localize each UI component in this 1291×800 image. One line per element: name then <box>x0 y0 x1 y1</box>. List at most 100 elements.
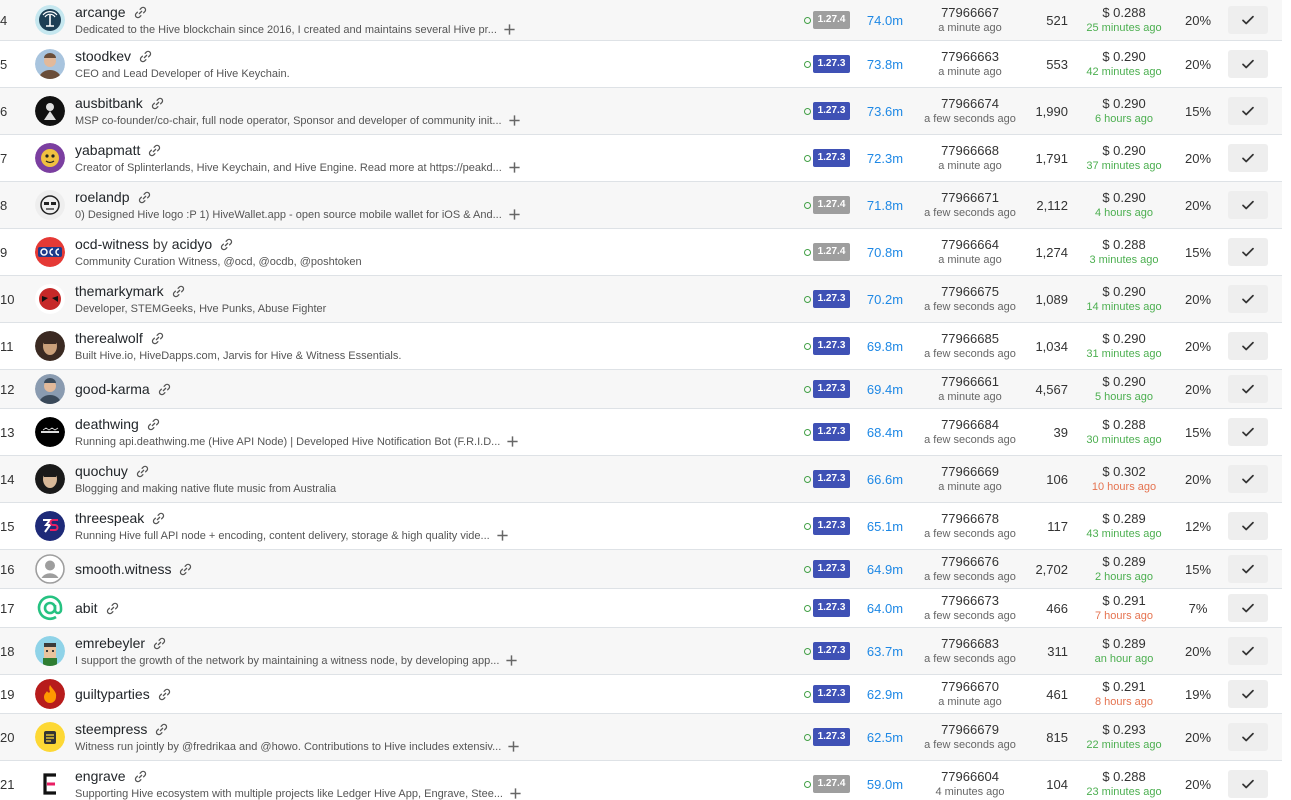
vote-button[interactable] <box>1228 97 1268 125</box>
witness-name[interactable]: deathwing <box>75 416 139 433</box>
witness-name[interactable]: roelandp <box>75 189 130 206</box>
link-icon[interactable] <box>171 284 186 299</box>
witness-name[interactable]: abit <box>75 600 98 617</box>
deadpool-icon[interactable] <box>35 284 65 314</box>
default-user-icon[interactable] <box>35 554 65 584</box>
pixel-face-icon[interactable] <box>35 636 65 666</box>
portrait-icon[interactable] <box>35 331 65 361</box>
link-icon[interactable] <box>178 562 193 577</box>
proxy-name[interactable]: acidyo <box>172 236 212 253</box>
vote-button[interactable] <box>1228 144 1268 172</box>
vote-weight[interactable]: 73.8m <box>860 41 910 87</box>
vote-weight[interactable]: 72.3m <box>860 135 910 181</box>
link-icon[interactable] <box>135 464 150 479</box>
vote-weight[interactable]: 71.8m <box>860 182 910 228</box>
link-icon[interactable] <box>219 237 234 252</box>
dark-figure-icon[interactable] <box>35 96 65 126</box>
expand-plus-icon[interactable] <box>508 161 521 174</box>
witness-name[interactable]: quochuy <box>75 463 128 480</box>
vote-button[interactable] <box>1228 6 1268 34</box>
vote-weight[interactable]: 63.7m <box>860 628 910 674</box>
link-icon[interactable] <box>137 190 152 205</box>
link-icon[interactable] <box>133 5 148 20</box>
engrave-logo-icon[interactable] <box>35 769 65 799</box>
sketch-face-icon[interactable] <box>35 190 65 220</box>
link-icon[interactable] <box>147 143 162 158</box>
at-sign-icon[interactable] <box>35 593 65 623</box>
witness-name[interactable]: threespeak <box>75 510 144 527</box>
vote-weight[interactable]: 62.9m <box>860 675 910 713</box>
vote-weight[interactable]: 74.0m <box>860 0 910 40</box>
witness-name[interactable]: good-karma <box>75 381 150 398</box>
expand-plus-icon[interactable] <box>507 740 520 753</box>
witness-name[interactable]: engrave <box>75 768 126 785</box>
witness-name[interactable]: steempress <box>75 721 147 738</box>
witness-name[interactable]: ocd-witness <box>75 236 149 253</box>
expand-plus-icon[interactable] <box>508 114 521 127</box>
expand-plus-icon[interactable] <box>509 787 522 800</box>
link-icon[interactable] <box>146 417 161 432</box>
vote-button[interactable] <box>1228 637 1268 665</box>
link-icon[interactable] <box>152 636 167 651</box>
link-icon[interactable] <box>154 722 169 737</box>
witness-name[interactable]: yabapmatt <box>75 142 140 159</box>
vote-weight[interactable]: 70.8m <box>860 229 910 275</box>
witness-name[interactable]: ausbitbank <box>75 95 143 112</box>
vote-button[interactable] <box>1228 680 1268 708</box>
link-icon[interactable] <box>150 96 165 111</box>
vote-weight[interactable]: 69.4m <box>860 370 910 408</box>
link-icon[interactable] <box>157 382 172 397</box>
witness-name[interactable]: smooth.witness <box>75 561 171 578</box>
vote-button[interactable] <box>1228 332 1268 360</box>
expand-plus-icon[interactable] <box>496 529 509 542</box>
vote-weight[interactable]: 69.8m <box>860 323 910 369</box>
vote-button[interactable] <box>1228 770 1268 798</box>
vote-button[interactable] <box>1228 375 1268 403</box>
link-icon[interactable] <box>138 49 153 64</box>
threespeak-logo-icon[interactable] <box>35 511 65 541</box>
link-icon[interactable] <box>105 601 120 616</box>
vote-weight[interactable]: 65.1m <box>860 503 910 549</box>
ocd-logo-icon[interactable] <box>35 237 65 267</box>
cartoon-face-icon[interactable] <box>35 143 65 173</box>
link-icon[interactable] <box>151 511 166 526</box>
vote-button[interactable] <box>1228 418 1268 446</box>
vote-button[interactable] <box>1228 238 1268 266</box>
witness-name[interactable]: arcange <box>75 4 126 21</box>
witness-name[interactable]: guiltyparties <box>75 686 150 703</box>
deathwing-logo-icon[interactable] <box>35 417 65 447</box>
expand-plus-icon[interactable] <box>506 435 519 448</box>
vote-weight[interactable]: 66.6m <box>860 456 910 502</box>
witness-name[interactable]: stoodkev <box>75 48 131 65</box>
vote-button[interactable] <box>1228 50 1268 78</box>
person-photo-icon[interactable] <box>35 49 65 79</box>
vote-button[interactable] <box>1228 555 1268 583</box>
witness-name[interactable]: therealwolf <box>75 330 143 347</box>
link-icon[interactable] <box>150 331 165 346</box>
vote-button[interactable] <box>1228 723 1268 751</box>
vote-weight[interactable]: 62.5m <box>860 714 910 760</box>
expand-plus-icon[interactable] <box>503 23 516 36</box>
vote-weight[interactable]: 64.0m <box>860 589 910 627</box>
vote-weight[interactable]: 73.6m <box>860 88 910 134</box>
fire-icon[interactable] <box>35 679 65 709</box>
vote-weight[interactable]: 70.2m <box>860 276 910 322</box>
expand-plus-icon[interactable] <box>505 654 518 667</box>
portrait-icon[interactable] <box>35 464 65 494</box>
vote-button[interactable] <box>1228 594 1268 622</box>
document-icon[interactable] <box>35 722 65 752</box>
vote-weight[interactable]: 64.9m <box>860 550 910 588</box>
witness-name[interactable]: emrebeyler <box>75 635 145 652</box>
vote-button[interactable] <box>1228 512 1268 540</box>
vote-weight[interactable]: 68.4m <box>860 409 910 455</box>
vote-button[interactable] <box>1228 285 1268 313</box>
vote-button[interactable] <box>1228 191 1268 219</box>
witness-name[interactable]: themarkymark <box>75 283 164 300</box>
person-photo-icon[interactable] <box>35 374 65 404</box>
expand-plus-icon[interactable] <box>508 208 521 221</box>
link-icon[interactable] <box>157 687 172 702</box>
link-icon[interactable] <box>133 769 148 784</box>
vote-button[interactable] <box>1228 465 1268 493</box>
radio-tower-icon[interactable] <box>35 5 65 35</box>
vote-weight[interactable]: 59.0m <box>860 761 910 800</box>
